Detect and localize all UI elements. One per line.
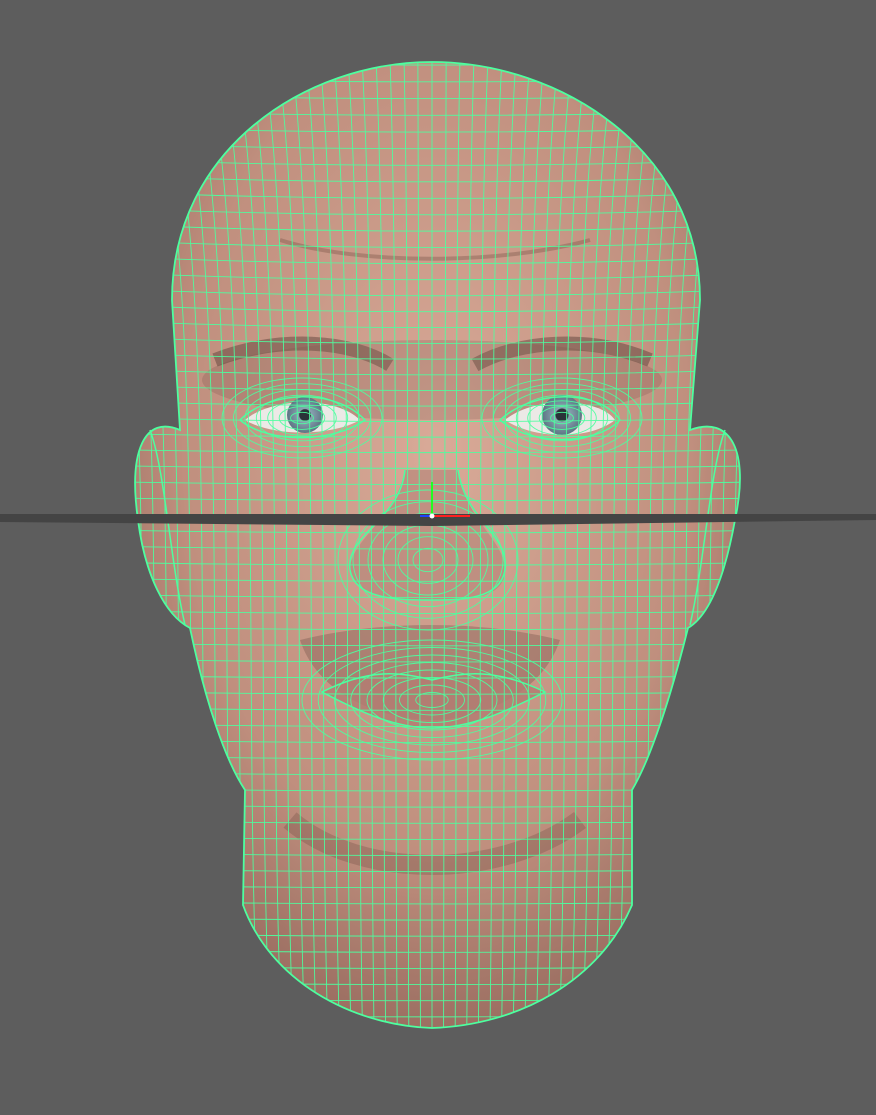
pivot-point[interactable] [429,513,435,519]
viewport-scene[interactable] [0,0,876,1115]
head-mesh[interactable] [34,40,829,1040]
3d-viewport[interactable] [0,0,876,1115]
wireframe-overlay [135,62,740,1028]
